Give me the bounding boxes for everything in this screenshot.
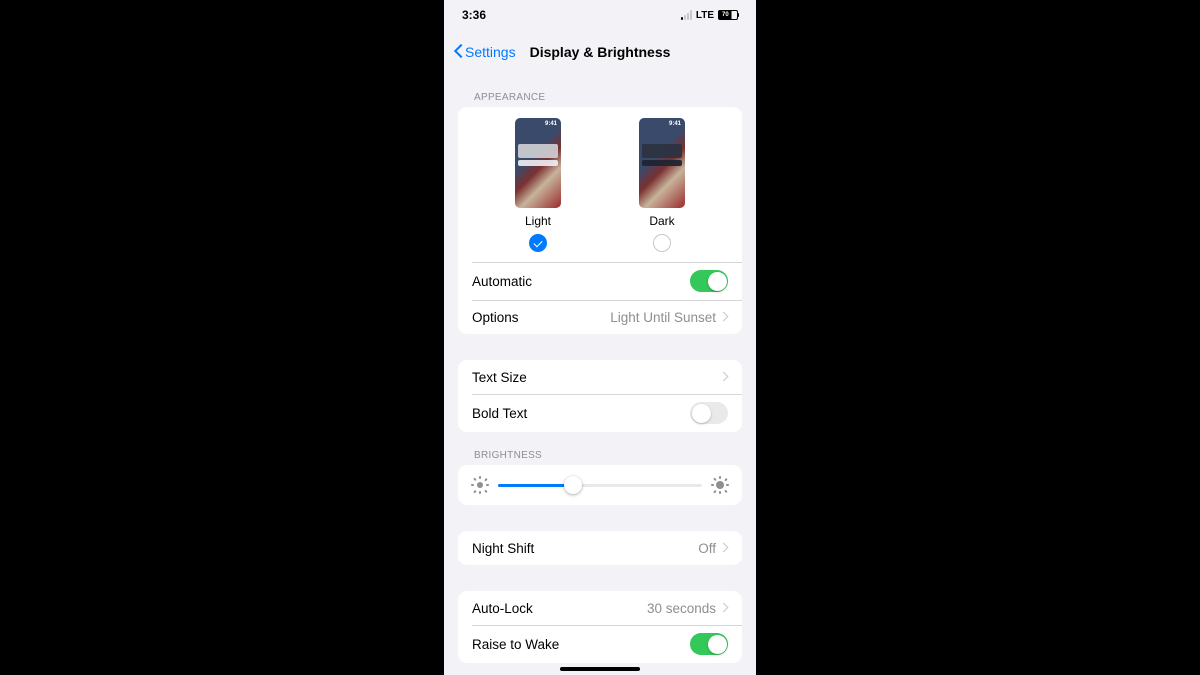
dark-label: Dark — [649, 214, 674, 228]
back-label: Settings — [465, 44, 516, 60]
bold-text-toggle[interactable] — [690, 402, 728, 424]
sun-low-icon — [472, 477, 488, 493]
auto-lock-label: Auto-Lock — [472, 601, 533, 616]
automatic-toggle[interactable] — [690, 270, 728, 292]
status-time: 3:36 — [462, 8, 486, 22]
options-row[interactable]: Options Light Until Sunset — [458, 300, 742, 334]
preview-time: 9:41 — [669, 121, 681, 127]
nav-bar: Settings Display & Brightness — [444, 30, 756, 74]
preview-time: 9:41 — [545, 121, 557, 127]
night-shift-value: Off — [698, 541, 716, 556]
light-label: Light — [525, 214, 551, 228]
text-size-label: Text Size — [472, 370, 527, 385]
status-right: LTE 70 — [681, 10, 738, 21]
lock-card: Auto-Lock 30 seconds Raise to Wake — [458, 591, 742, 663]
chevron-left-icon — [454, 44, 463, 60]
bold-text-row: Bold Text — [458, 394, 742, 432]
signal-icon — [681, 10, 692, 20]
chevron-right-icon — [721, 603, 728, 614]
dark-radio[interactable] — [653, 234, 671, 252]
phone-frame: 3:36 LTE 70 Settings Display & Brightnes… — [444, 0, 756, 675]
scroll-area[interactable]: APPEARANCE 9:41 Light 9:41 Dark — [444, 74, 756, 675]
night-shift-label: Night Shift — [472, 541, 534, 556]
chevron-right-icon — [721, 372, 728, 383]
automatic-row: Automatic — [458, 262, 742, 300]
automatic-label: Automatic — [472, 274, 532, 289]
appearance-card: 9:41 Light 9:41 Dark Automatic — [458, 107, 742, 334]
appearance-option-light[interactable]: 9:41 Light — [515, 118, 561, 252]
auto-lock-value: 30 seconds — [647, 601, 716, 616]
bold-text-label: Bold Text — [472, 406, 527, 421]
raise-to-wake-toggle[interactable] — [690, 633, 728, 655]
chevron-right-icon — [721, 543, 728, 554]
appearance-option-dark[interactable]: 9:41 Dark — [639, 118, 685, 252]
light-radio[interactable] — [529, 234, 547, 252]
chevron-right-icon — [721, 312, 728, 323]
auto-lock-row[interactable]: Auto-Lock 30 seconds — [458, 591, 742, 625]
raise-to-wake-label: Raise to Wake — [472, 637, 559, 652]
section-appearance-label: APPEARANCE — [444, 74, 756, 107]
text-size-row[interactable]: Text Size — [458, 360, 742, 394]
battery-icon: 70 — [718, 10, 738, 20]
section-brightness-label: BRIGHTNESS — [444, 432, 756, 465]
home-indicator — [560, 667, 640, 671]
options-value: Light Until Sunset — [610, 310, 728, 325]
status-bar: 3:36 LTE 70 — [444, 0, 756, 30]
night-shift-row[interactable]: Night Shift Off — [458, 531, 742, 565]
back-button[interactable]: Settings — [454, 44, 516, 60]
night-shift-card: Night Shift Off — [458, 531, 742, 565]
brightness-card — [458, 465, 742, 505]
sun-high-icon — [712, 477, 728, 493]
light-preview: 9:41 — [515, 118, 561, 208]
dark-preview: 9:41 — [639, 118, 685, 208]
page-title: Display & Brightness — [530, 44, 671, 60]
brightness-slider[interactable] — [498, 475, 702, 495]
network-label: LTE — [696, 10, 714, 21]
options-value-text: Light Until Sunset — [610, 310, 716, 325]
raise-to-wake-row: Raise to Wake — [458, 625, 742, 663]
battery-level: 70 — [722, 12, 729, 18]
text-card: Text Size Bold Text — [458, 360, 742, 432]
options-label: Options — [472, 310, 519, 325]
appearance-options-row: 9:41 Light 9:41 Dark — [458, 107, 742, 262]
